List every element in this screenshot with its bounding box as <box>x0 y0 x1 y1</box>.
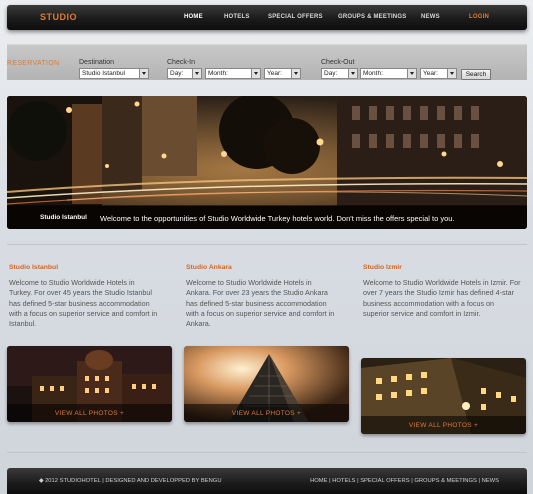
chevron-down-icon <box>139 69 148 78</box>
footer-link-special-offers[interactable]: SPECIAL OFFERS <box>360 478 409 484</box>
chevron-down-icon <box>348 69 357 78</box>
nav-item-groups-meetings[interactable]: GROUPS & MEETINGS <box>338 14 406 20</box>
checkin-year-value: Year: <box>267 70 282 77</box>
checkout-label: Check-Out <box>321 59 355 66</box>
footer-link-home[interactable]: HOME <box>310 478 327 484</box>
hero-welcome-text: Welcome to the opportunities of Studio W… <box>100 213 455 223</box>
footer: ◆ 2012 STUDIOHOTEL | DESIGNED AND DEVELO… <box>7 468 527 494</box>
checkin-month-value: Month: <box>208 70 228 77</box>
hotel-title-izmir[interactable]: Studio Izmir <box>363 264 402 271</box>
hotel-title-ankara[interactable]: Studio Ankara <box>186 264 232 271</box>
chevron-down-icon <box>251 69 260 78</box>
checkout-year-select[interactable]: Year: <box>420 68 457 79</box>
hotel-title-istanbul[interactable]: Studio Istanbul <box>9 264 58 271</box>
view-all-photos-link-istanbul[interactable]: VIEW ALL PHOTOS + <box>7 410 172 417</box>
hero-caption-bar: Studio Istanbul Welcome to the opportuni… <box>7 205 527 229</box>
checkout-year-value: Year: <box>423 70 438 77</box>
checkin-year-select[interactable]: Year: <box>264 68 301 79</box>
checkin-day-value: Day: <box>170 70 184 77</box>
footer-divider <box>7 452 527 453</box>
hotel-description-istanbul: Welcome to Studio Worldwide Hotels in Tu… <box>9 278 158 329</box>
search-button[interactable]: Search <box>461 69 491 80</box>
checkout-month-select[interactable]: Month: <box>360 68 417 79</box>
photo-tile-ankara[interactable]: VIEW ALL PHOTOS + <box>184 346 349 422</box>
nav-item-hotels[interactable]: HOTELS <box>224 14 250 20</box>
destination-value: Studio Istanbul <box>82 70 126 77</box>
reservation-bar: RESERVATION Destination Studio Istanbul … <box>7 44 527 80</box>
footer-links: HOME | HOTELS | SPECIAL OFFERS | GROUPS … <box>310 478 499 484</box>
top-navigation: STUDIO HOME HOTELS SPECIAL OFFERS GROUPS… <box>7 5 527 30</box>
nav-item-login[interactable]: LOGIN <box>469 14 489 20</box>
chevron-down-icon <box>291 69 300 78</box>
nav-item-news[interactable]: NEWS <box>421 14 440 20</box>
checkout-day-value: Day: <box>324 70 338 77</box>
hotel-description-izmir: Welcome to Studio Worldwide Hotels in Iz… <box>363 278 521 318</box>
hero-city-label: Studio Istanbul <box>40 214 87 221</box>
reservation-title: RESERVATION <box>7 60 60 67</box>
chevron-down-icon <box>192 69 201 78</box>
hero-banner: Studio Istanbul Welcome to the opportuni… <box>7 96 527 229</box>
site-logo[interactable]: STUDIO <box>40 12 77 22</box>
checkin-day-select[interactable]: Day: <box>167 68 202 79</box>
photo-tile-istanbul[interactable]: VIEW ALL PHOTOS + <box>7 346 172 422</box>
footer-link-news[interactable]: NEWS <box>482 478 499 484</box>
section-divider <box>7 244 527 245</box>
view-all-photos-link-ankara[interactable]: VIEW ALL PHOTOS + <box>184 410 349 417</box>
photo-tile-izmir[interactable]: VIEW ALL PHOTOS + <box>361 358 526 434</box>
view-all-photos-link-izmir[interactable]: VIEW ALL PHOTOS + <box>361 422 526 429</box>
hotel-description-ankara: Welcome to Studio Worldwide Hotels in An… <box>186 278 335 329</box>
checkin-label: Check-In <box>167 59 196 66</box>
chevron-down-icon <box>407 69 416 78</box>
nav-item-home[interactable]: HOME <box>184 14 203 20</box>
checkout-month-value: Month: <box>363 70 383 77</box>
checkin-month-select[interactable]: Month: <box>205 68 261 79</box>
destination-label: Destination <box>79 59 115 66</box>
nav-item-special-offers[interactable]: SPECIAL OFFERS <box>268 14 323 20</box>
destination-select[interactable]: Studio Istanbul <box>79 68 149 79</box>
footer-link-groups-meetings[interactable]: GROUPS & MEETINGS <box>414 478 477 484</box>
footer-copyright: ◆ 2012 STUDIOHOTEL | DESIGNED AND DEVELO… <box>39 478 222 484</box>
chevron-down-icon <box>447 69 456 78</box>
checkout-day-select[interactable]: Day: <box>321 68 358 79</box>
footer-link-hotels[interactable]: HOTELS <box>332 478 355 484</box>
